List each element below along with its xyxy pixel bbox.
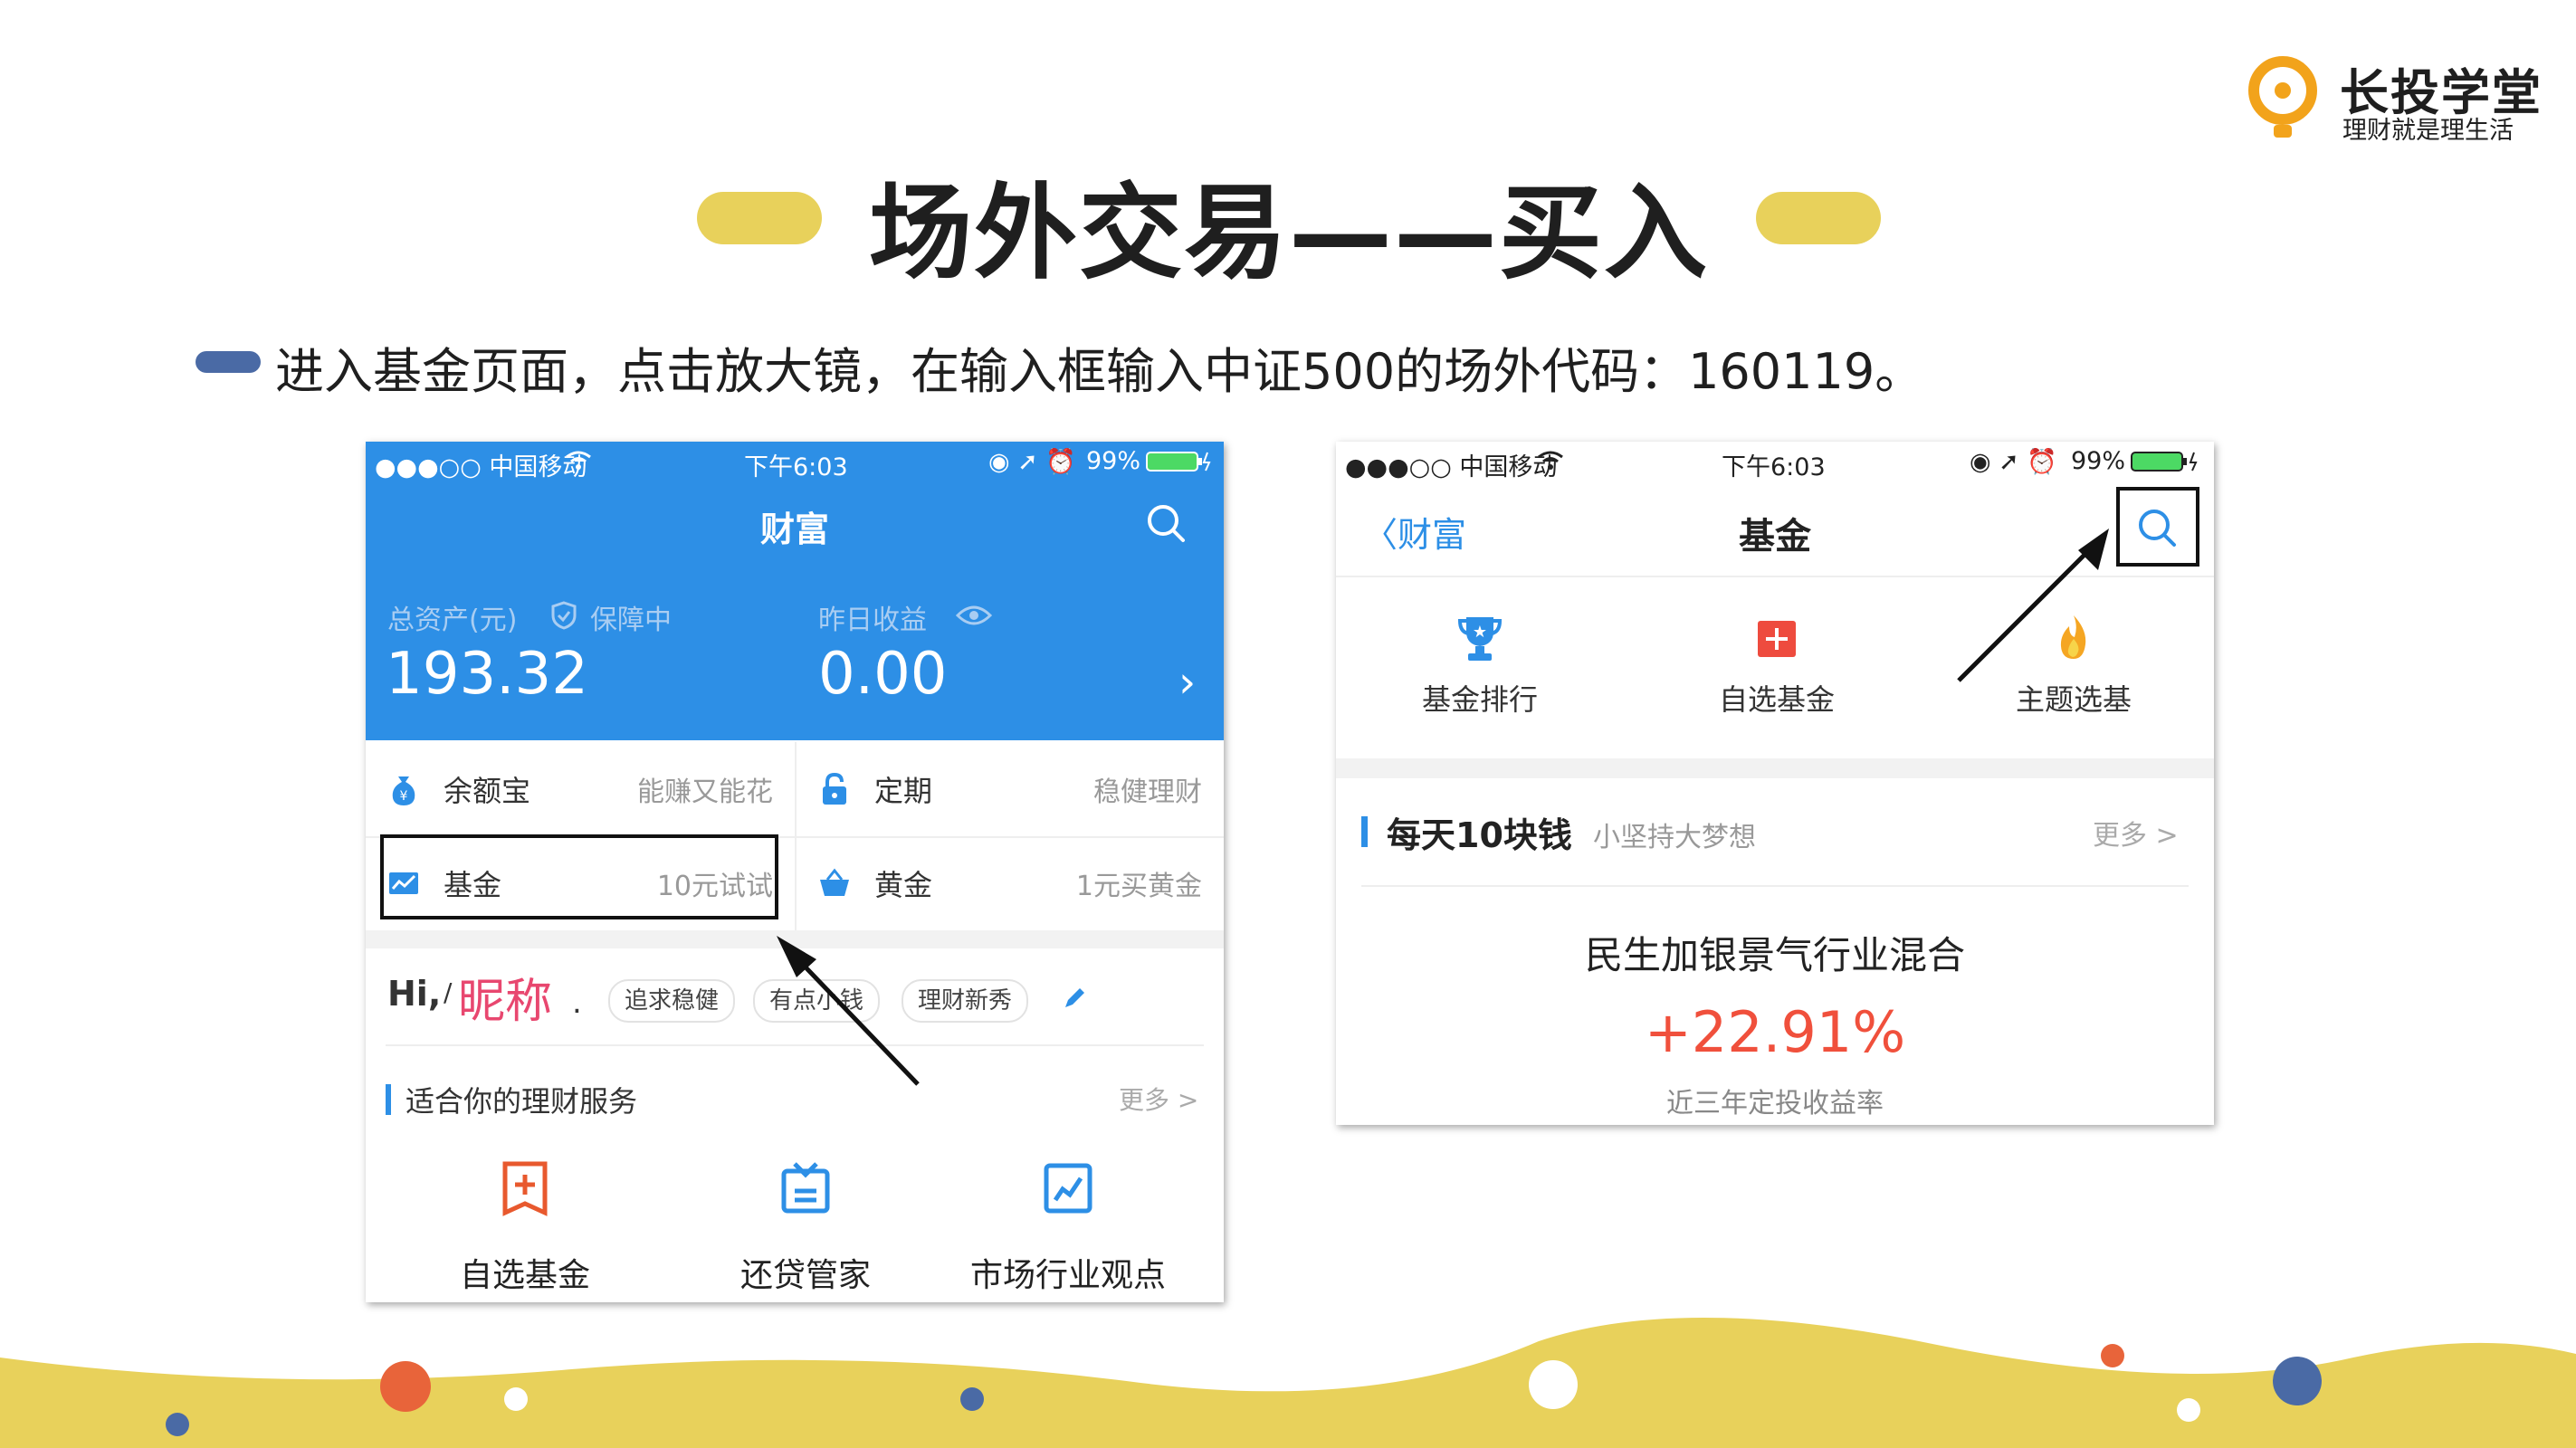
section-marker (386, 1084, 391, 1115)
fund-name[interactable]: 民生加银景气行业混合 (1336, 925, 2214, 980)
section-title: 每天10块钱 (1387, 815, 1572, 855)
nickname[interactable]: 昵称 (458, 963, 552, 1031)
status-battery: 99% (1086, 447, 1141, 475)
add-fund-icon[interactable] (1754, 614, 1799, 662)
fund-nav-title: 基金 (1739, 516, 1811, 557)
service-label[interactable]: 还贷管家 (688, 1249, 923, 1296)
add-fund-icon[interactable] (498, 1160, 552, 1216)
decor-dot-white (1529, 1360, 1578, 1409)
svg-text:¥: ¥ (400, 789, 408, 804)
service-label[interactable]: 自选基金 (407, 1249, 643, 1296)
section-more-link[interactable]: 更多 > (2093, 813, 2179, 853)
product-desc: 1元买黄金 (1075, 871, 1202, 902)
product-desc: 能赚又能花 (637, 776, 773, 808)
fund-return-label: 近三年定投收益率 (1666, 1088, 1884, 1119)
status-time: 下午6:03 (1722, 453, 1826, 481)
services-more-link[interactable]: 更多 > (1119, 1081, 1198, 1117)
trophy-icon[interactable]: ★ (1457, 614, 1503, 662)
basket-icon (820, 868, 849, 896)
eye-icon[interactable] (956, 603, 992, 628)
battery-icon (2131, 452, 2198, 472)
section-divider (1361, 885, 2189, 887)
status-time: 下午6:03 (744, 453, 848, 481)
decor-dot-white (504, 1387, 528, 1411)
decor-dot-orange (2101, 1344, 2124, 1367)
battery-icon (1146, 452, 1211, 472)
service-label[interactable]: 市场行业观点 (950, 1249, 1186, 1296)
user-tag[interactable]: 追求稳健 (608, 979, 736, 1023)
shortcut-label[interactable]: 基金排行 (1371, 677, 1589, 719)
product-name: 定期 (874, 774, 933, 808)
assets-chevron-icon[interactable]: › (1178, 657, 1196, 708)
greeting-mark: / (444, 977, 453, 1007)
page-title: 场外交易——买入 (869, 173, 1710, 293)
fund-return: +22.91% (1644, 999, 1906, 1065)
decor-dot-white (2177, 1398, 2200, 1422)
instruction-bullet (196, 351, 261, 373)
services-title: 适合你的理财服务 (405, 1084, 638, 1119)
instruction-text: 进入基金页面，点击放大镜，在输入框输入中证500的场外代码：160119。 (275, 343, 1924, 400)
bulb-logo-icon (2248, 56, 2317, 138)
logo-slogan: 理财就是理生活 (2342, 117, 2514, 145)
status-carrier: ●●●○○ 中国移动 (1345, 453, 1558, 481)
fund-highlight-box (380, 834, 778, 919)
money-bag-icon: ¥ (392, 776, 415, 805)
status-battery: 99% (2071, 447, 2126, 475)
product-yuebao[interactable]: ¥ 余额宝 能赚又能花 (366, 744, 795, 834)
total-assets-value: 193.32 (386, 641, 588, 708)
total-assets-label: 总资产(元) (387, 605, 518, 636)
phone-screenshot-wealth: ●●●○○ 中国移动 下午6:03 ◉ ➚ ⏰ 99% 财富 总资产(元) 保障… (366, 442, 1224, 1302)
section-marker (1361, 816, 1368, 847)
yesterday-earnings-value: 0.00 (818, 641, 948, 708)
wave-decoration (0, 1317, 2576, 1448)
user-tag[interactable]: 有点小钱 (753, 979, 881, 1023)
product-name: 黄金 (874, 868, 933, 902)
phone-screenshot-fund: ●●●○○ 中国移动 下午6:03 ◉ ➚ ⏰ 99% 〈财富 基金 ★ 基金排… (1336, 442, 2214, 1125)
status-icons: ◉ ➚ ⏰ (1970, 448, 2057, 476)
loan-icon[interactable] (778, 1160, 833, 1216)
greeting-hi: Hi, (387, 974, 442, 1014)
title-pill-left (697, 192, 822, 244)
lock-icon (823, 772, 846, 805)
yesterday-earnings-label: 昨日收益 (818, 605, 927, 636)
product-gold[interactable]: 黄金 1元买黄金 (797, 838, 1224, 929)
section-gap (366, 930, 1224, 948)
search-icon[interactable] (2136, 507, 2178, 548)
market-icon[interactable] (1041, 1160, 1095, 1216)
section-gap (1336, 758, 2214, 778)
flame-icon[interactable] (2051, 614, 2096, 662)
wealth-nav-title: 财富 (759, 510, 829, 549)
nav-divider (1336, 576, 2214, 577)
shield-icon (551, 601, 577, 630)
wifi-icon (1538, 451, 1563, 470)
user-tag[interactable]: 理财新秀 (902, 979, 1029, 1023)
greeting-dot: . (572, 985, 582, 1021)
shortcut-label[interactable]: 自选基金 (1668, 677, 1885, 719)
decor-dot-blue (960, 1387, 984, 1411)
decor-dot-blue (166, 1413, 189, 1436)
product-desc: 稳健理财 (1093, 776, 1202, 808)
title-pill-right (1756, 192, 1881, 244)
search-icon[interactable] (1146, 503, 1186, 543)
decor-dot-blue (2273, 1357, 2322, 1405)
shortcut-label[interactable]: 主题选基 (1965, 677, 2182, 719)
protect-label: 保障中 (590, 605, 672, 636)
svg-text:★: ★ (1473, 623, 1487, 642)
product-fixed-term[interactable]: 定期 稳健理财 (797, 744, 1224, 834)
edit-pencil-icon[interactable] (1061, 985, 1088, 1012)
product-name: 余额宝 (444, 774, 531, 808)
greeting-divider (386, 1044, 1204, 1046)
grid-vertical-divider (795, 742, 797, 932)
section-subtitle: 小坚持大梦想 (1593, 822, 1756, 853)
status-icons: ◉ ➚ ⏰ (988, 448, 1076, 476)
wifi-icon (566, 451, 591, 470)
decor-dot-orange (380, 1361, 431, 1412)
status-carrier: ●●●○○ 中国移动 (375, 453, 587, 481)
wealth-header: ●●●○○ 中国移动 下午6:03 ◉ ➚ ⏰ 99% 财富 总资产(元) 保障… (366, 442, 1224, 740)
